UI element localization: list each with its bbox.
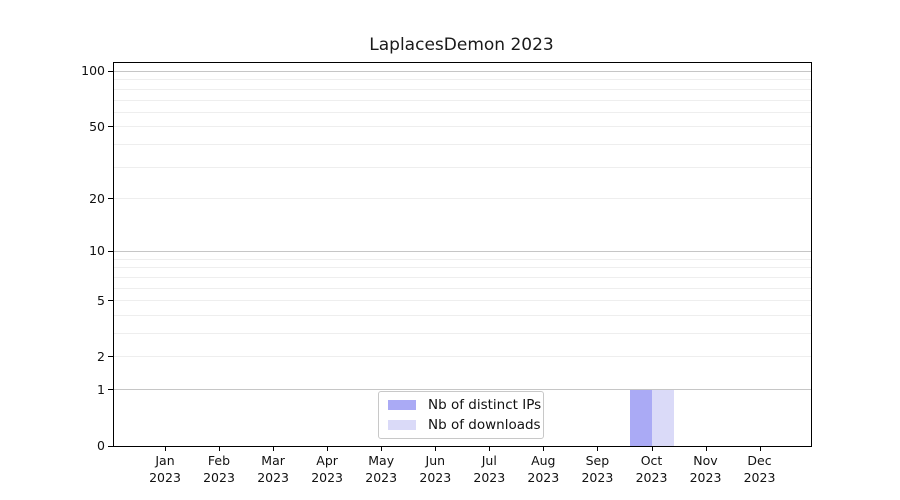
h-gridline-minor bbox=[114, 79, 811, 81]
h-gridline-minor bbox=[114, 126, 811, 128]
x-tick-label: Dec 2023 bbox=[728, 453, 792, 486]
y-axis-tick bbox=[108, 198, 113, 200]
legend-box: Nb of distinct IPs Nb of downloads bbox=[378, 391, 544, 439]
h-gridline-minor bbox=[114, 99, 811, 101]
y-axis-tick bbox=[108, 356, 113, 358]
h-gridline-major bbox=[114, 70, 811, 72]
x-axis-tick bbox=[597, 446, 599, 451]
h-gridline-minor bbox=[114, 258, 811, 260]
h-gridline-minor bbox=[114, 356, 811, 358]
y-tick-label: 5 bbox=[97, 292, 105, 308]
x-axis-tick bbox=[759, 446, 761, 451]
y-tick-label: 50 bbox=[89, 118, 105, 134]
x-axis-tick bbox=[165, 446, 166, 451]
y-tick-label: 100 bbox=[81, 63, 105, 79]
y-axis-tick bbox=[108, 250, 113, 252]
h-gridline-minor bbox=[114, 287, 811, 289]
y-axis-tick bbox=[108, 389, 113, 391]
legend-row: Nb of downloads bbox=[388, 417, 541, 433]
x-axis-tick bbox=[489, 446, 491, 451]
h-gridline-minor bbox=[114, 111, 811, 113]
bar-nb-of-downloads bbox=[651, 389, 674, 446]
y-axis-tick bbox=[108, 70, 113, 72]
h-gridline-minor bbox=[114, 88, 811, 90]
h-gridline-minor bbox=[114, 166, 811, 168]
x-axis-tick bbox=[219, 446, 220, 451]
h-gridline-minor bbox=[114, 267, 811, 269]
legend-label: Nb of downloads bbox=[428, 417, 541, 433]
y-tick-label: 1 bbox=[97, 381, 105, 397]
legend-swatch bbox=[388, 400, 416, 410]
y-tick-label: 20 bbox=[89, 190, 105, 206]
h-gridline-major bbox=[114, 250, 811, 252]
x-tick-month: Dec bbox=[747, 453, 772, 468]
y-axis-tick bbox=[108, 445, 113, 447]
x-tick-year: 2023 bbox=[743, 469, 776, 485]
legend-swatch bbox=[388, 420, 416, 430]
h-gridline-minor bbox=[114, 198, 811, 200]
h-gridline-minor bbox=[114, 314, 811, 316]
h-gridline-minor bbox=[114, 333, 811, 334]
h-gridline-minor bbox=[114, 300, 811, 302]
chart-title: LaplacesDemon 2023 bbox=[369, 35, 554, 55]
x-axis-tick bbox=[651, 446, 653, 451]
y-tick-label: 0 bbox=[97, 438, 105, 453]
x-axis-tick bbox=[273, 446, 275, 451]
y-axis-tick bbox=[108, 300, 113, 302]
x-axis-tick bbox=[705, 446, 707, 451]
x-axis-tick bbox=[435, 446, 437, 451]
h-gridline-minor bbox=[114, 144, 811, 146]
legend-label: Nb of distinct IPs bbox=[428, 397, 542, 413]
y-tick-label: 10 bbox=[89, 243, 105, 259]
bar-nb-of-distinct-ips bbox=[629, 389, 652, 446]
y-tick-label: 2 bbox=[97, 348, 105, 364]
plot-area: Nb of distinct IPs Nb of downloads 0 1 2 5 10… bbox=[81, 62, 812, 485]
x-axis-tick bbox=[543, 446, 545, 451]
y-axis-tick bbox=[108, 126, 113, 128]
figure-root: LaplacesDemon 2023 Nb of distinct IPs Nb … bbox=[0, 0, 900, 500]
h-gridline-minor bbox=[114, 276, 811, 278]
x-axis-tick bbox=[327, 446, 329, 451]
legend-row: Nb of distinct IPs bbox=[388, 397, 541, 413]
x-axis-tick bbox=[381, 446, 383, 451]
